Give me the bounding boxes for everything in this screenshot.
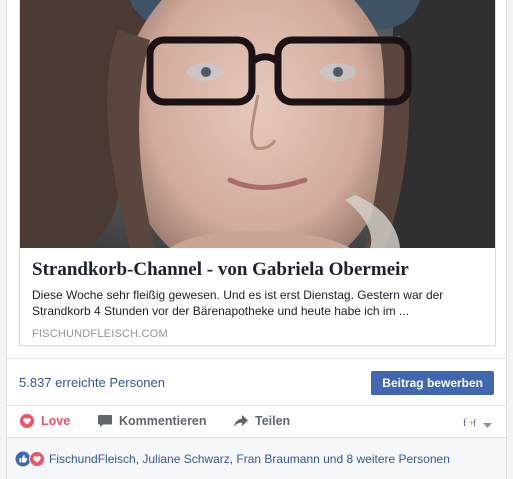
page-avatar-icon: f + f [461, 415, 479, 434]
share-label: Teilen [255, 414, 291, 428]
reaction-viewer-selector[interactable]: f + f [461, 415, 492, 434]
link-domain: FISCHUNDFLEISCH.COM [32, 328, 168, 340]
post-card: Strandkorb-Channel - von Gabriela Oberme… [6, 0, 507, 479]
chevron-down-icon [483, 416, 492, 434]
share-arrow-icon [233, 413, 249, 429]
love-reaction-icon [29, 451, 45, 467]
link-preview-card[interactable]: Strandkorb-Channel - von Gabriela Oberme… [19, 0, 496, 346]
like-reaction-icon [15, 451, 31, 467]
heart-reaction-icon [19, 413, 35, 429]
reaction-icons[interactable] [15, 451, 47, 467]
link-preview-body: Strandkorb-Channel - von Gabriela Oberme… [32, 258, 484, 340]
love-label: Love [41, 414, 71, 428]
svg-text:f: f [473, 418, 476, 428]
share-button[interactable]: Teilen [233, 413, 290, 429]
comment-icon [97, 413, 113, 429]
boost-post-button[interactable]: Beitrag bewerben [371, 371, 494, 395]
people-reached-link[interactable]: 5.837 erreichte Personen [19, 375, 165, 390]
post-actions-row: Love Kommentieren Teilen f + f [7, 406, 506, 438]
post-insights-row: 5.837 erreichte Personen Beitrag bewerbe… [7, 358, 506, 406]
link-title[interactable]: Strandkorb-Channel - von Gabriela Oberme… [32, 258, 484, 282]
person-photo [20, 0, 495, 248]
link-description: Diese Woche sehr fleißig gewesen. Und es… [32, 288, 444, 318]
comment-label: Kommentieren [119, 414, 207, 428]
comment-button[interactable]: Kommentieren [97, 413, 207, 429]
link-preview-image[interactable] [20, 0, 495, 248]
love-button[interactable]: Love [19, 413, 70, 429]
reactions-summary-row: FischundFleisch, Juliane Schwarz, Fran B… [7, 438, 506, 479]
reaction-names-link[interactable]: FischundFleisch, Juliane Schwarz, Fran B… [49, 452, 450, 466]
